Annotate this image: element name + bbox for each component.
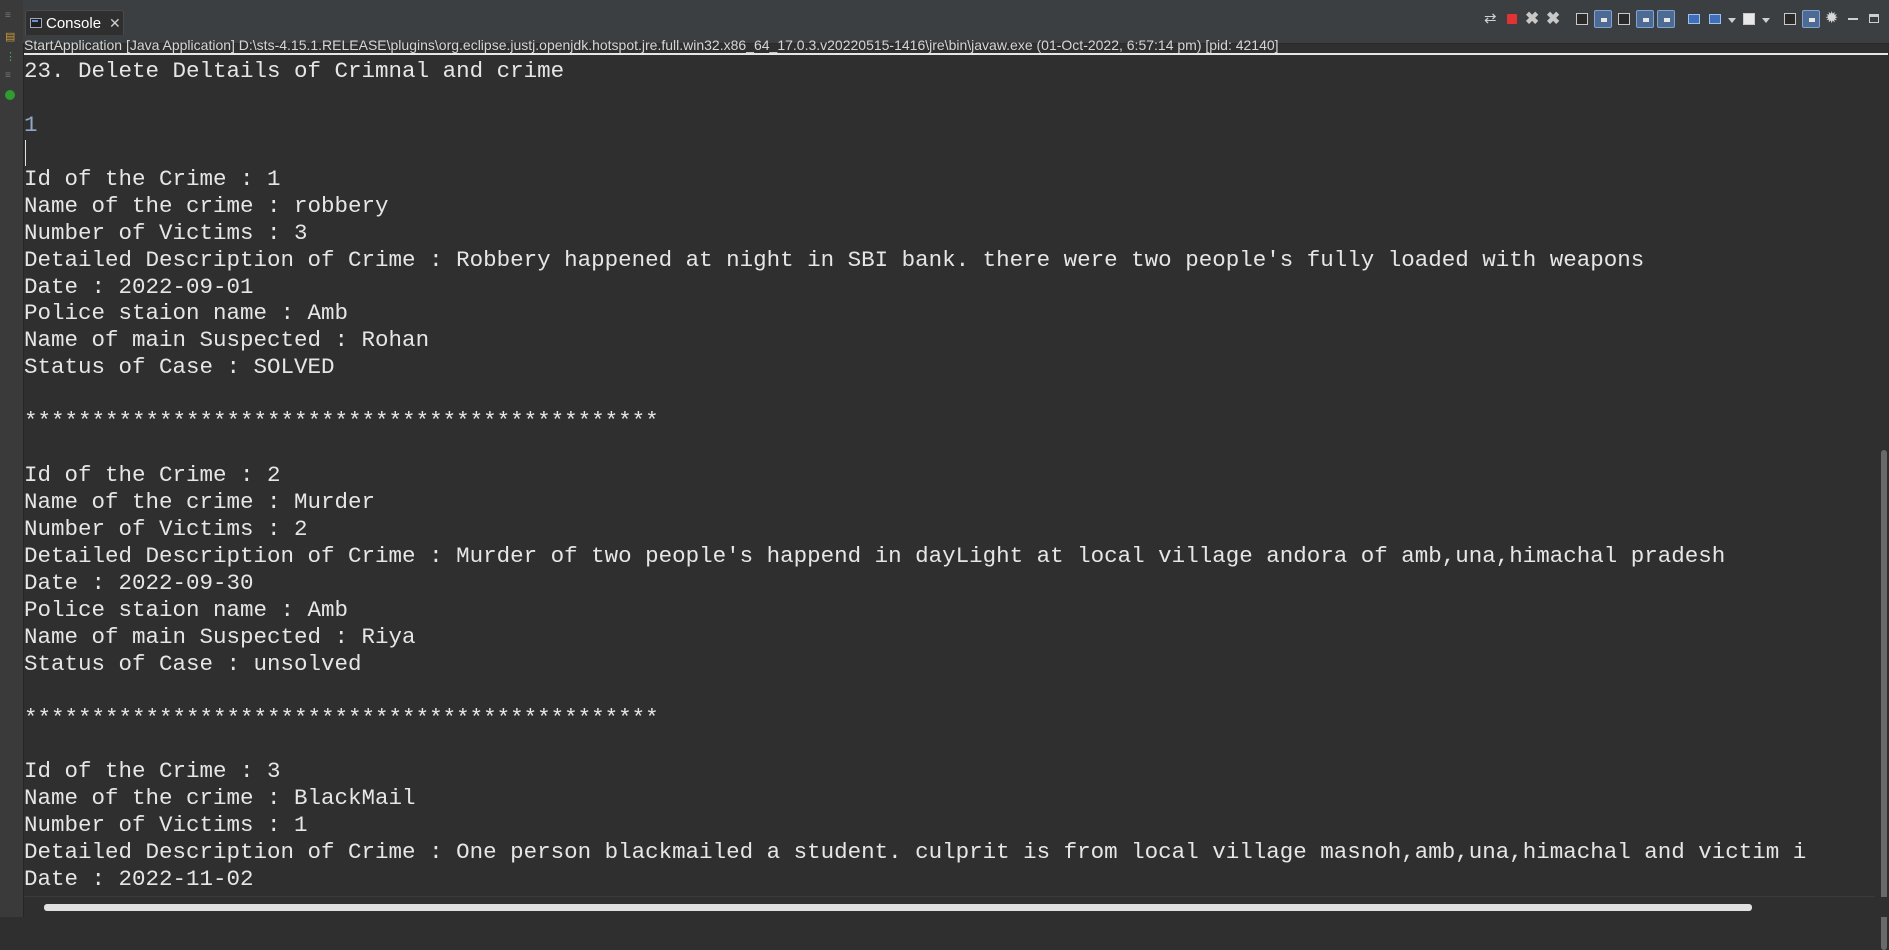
console-icon xyxy=(30,18,42,28)
console-output-line xyxy=(24,85,1874,112)
console-output-line: Name of the crime : BlackMail xyxy=(24,785,416,812)
scroll-lock-icon[interactable] xyxy=(1594,10,1612,28)
outline-icon[interactable]: ⋮ xyxy=(5,50,17,63)
new-console-icon[interactable] xyxy=(1740,10,1758,28)
console-output-line: Detailed Description of Crime : Murder o… xyxy=(24,542,1726,569)
close-icon[interactable]: ✕ xyxy=(109,15,121,32)
tab-console-label: Console xyxy=(46,14,102,32)
terminate-icon[interactable] xyxy=(1503,10,1521,28)
console-output-line: ****************************************… xyxy=(24,408,659,435)
console-output-line xyxy=(24,435,1874,462)
scroll-corner xyxy=(1875,897,1889,917)
remove-launch-icon[interactable]: ⇄ xyxy=(1482,10,1500,28)
text-cursor xyxy=(25,140,26,166)
horizontal-scroll-thumb[interactable] xyxy=(44,904,1752,911)
console-output-line: Name of main Suspected : Rohan xyxy=(24,327,430,354)
console-output-line: Police staion name : Amb xyxy=(24,596,349,623)
copy-icon[interactable] xyxy=(1781,10,1799,28)
minimize-icon[interactable] xyxy=(1844,10,1862,28)
console-text: 23. Delete Deltails of Crimnal and crime… xyxy=(24,58,1874,893)
horizontal-scrollbar[interactable] xyxy=(24,896,1875,917)
console-toolbar: ⇄ ✖ ✖ ✹ xyxy=(1482,8,1883,30)
problems-icon[interactable]: ≡ xyxy=(5,70,17,82)
console-output-line: Name of the crime : Murder xyxy=(24,489,376,515)
collapse-icon[interactable]: ≡ xyxy=(5,10,17,22)
console-output-line: Name of the crime : robbery xyxy=(24,192,389,219)
chevron-down-icon[interactable] xyxy=(1727,10,1737,28)
console-output-line: 23. Delete Deltails of Crimnal and crime xyxy=(24,58,565,84)
console-output-line: Date : 2022-09-01 xyxy=(24,273,254,300)
console-output[interactable]: 23. Delete Deltails of Crimnal and crime… xyxy=(24,58,1874,896)
console-output-line: Police staion name : Amb xyxy=(24,300,349,327)
vertical-scrollbar[interactable] xyxy=(1875,55,1889,950)
console-output-line: Name of main Suspected : Riya xyxy=(24,623,416,650)
show-stderr-icon[interactable] xyxy=(1657,10,1675,28)
console-output-line: Id of the Crime : 1 xyxy=(24,165,281,192)
remove-launch-x-icon[interactable]: ✖ xyxy=(1524,9,1542,28)
display-console-icon[interactable] xyxy=(1706,10,1724,28)
process-description: StartApplication [Java Application] D:\s… xyxy=(24,36,1888,55)
console-output-line: Id of the Crime : 3 xyxy=(24,758,281,785)
left-gutter: ≡ ▤ ⋮ ≡ xyxy=(0,0,24,917)
settings-icon[interactable]: ✹ xyxy=(1823,10,1841,28)
remove-all-terminated-icon[interactable]: ✖ xyxy=(1545,9,1563,28)
console-output-line: Date : 2022-11-02 xyxy=(24,866,254,893)
chevron-down-icon[interactable] xyxy=(1761,10,1771,28)
word-wrap-icon[interactable] xyxy=(1615,10,1633,28)
tab-console[interactable]: Console ✕ xyxy=(25,10,124,35)
maximize-icon[interactable] xyxy=(1865,10,1883,28)
console-output-line xyxy=(24,678,1874,705)
console-output-line: Detailed Description of Crime : One pers… xyxy=(24,839,1807,866)
word-wrap-active-icon[interactable] xyxy=(1802,10,1820,28)
console-output-line: Detailed Description of Crime : Robbery … xyxy=(24,246,1645,273)
console-output-line: Status of Case : SOLVED xyxy=(24,354,335,381)
console-output-line xyxy=(24,139,1874,166)
console-output-line: Number of Victims : 1 xyxy=(24,812,308,839)
console-output-line: Number of Victims : 2 xyxy=(24,515,308,542)
package-explorer-icon[interactable]: ▤ xyxy=(5,30,17,43)
console-output-line: Date : 2022-09-30 xyxy=(24,569,254,596)
console-output-line: ****************************************… xyxy=(24,704,659,731)
console-input-line: 1 xyxy=(24,111,38,138)
boot-dashboard-icon[interactable] xyxy=(5,90,15,100)
console-output-line xyxy=(24,381,1874,408)
vertical-scroll-thumb[interactable] xyxy=(1881,450,1887,950)
console-output-line xyxy=(24,731,1874,758)
console-output-line: Number of Victims : 3 xyxy=(24,219,308,246)
pin-console-icon[interactable] xyxy=(1685,10,1703,28)
console-output-line: Status of Case : unsolved xyxy=(24,650,362,677)
show-stdout-icon[interactable] xyxy=(1636,10,1654,28)
clear-console-icon[interactable] xyxy=(1573,10,1591,28)
console-output-line: Id of the Crime : 2 xyxy=(24,462,281,489)
